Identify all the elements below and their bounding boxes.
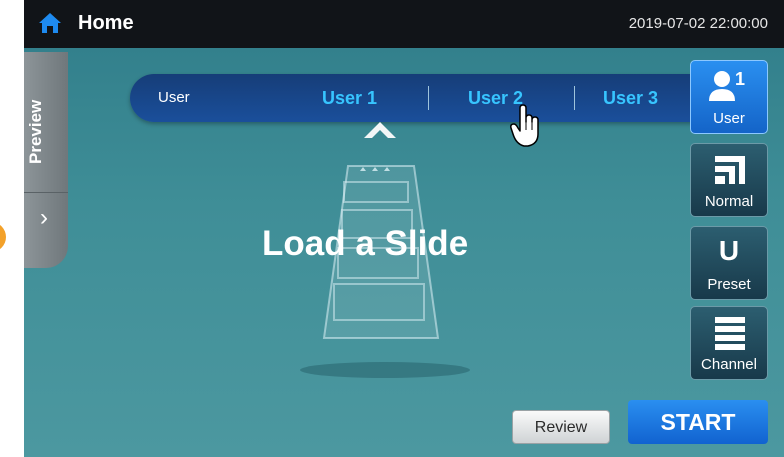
user-button-label: User <box>713 110 745 127</box>
divider <box>428 86 429 110</box>
user-bar-label: User <box>158 89 190 106</box>
channel-button-label: Channel <box>701 356 757 373</box>
preset-u-icon: U <box>718 235 740 266</box>
review-button[interactable]: Review <box>512 410 610 444</box>
channel-mode-button[interactable]: Channel <box>690 306 768 380</box>
user-icon <box>709 71 735 101</box>
preview-label: Preview <box>26 99 45 165</box>
eject-arrow-icon <box>364 122 396 138</box>
user-option-3[interactable]: User 3 <box>603 88 658 109</box>
divider <box>24 192 68 193</box>
user-count-badge: 1 <box>735 69 746 89</box>
chevron-right-icon[interactable]: › <box>40 204 48 232</box>
user-mode-button[interactable]: 1 User <box>690 60 768 134</box>
user-selector-bar: User User 1 User 2 User 3 <box>130 74 700 122</box>
user-option-1[interactable]: User 1 <box>322 88 377 109</box>
normal-button-label: Normal <box>704 193 754 210</box>
status-indicator <box>0 222 6 252</box>
channel-list-icon <box>715 317 745 350</box>
start-button[interactable]: START <box>628 400 768 444</box>
preset-mode-button[interactable]: U Preset <box>690 226 768 300</box>
normal-mode-icon <box>715 156 745 184</box>
screen: Home 2019-07-02 22:00:00 Preview › User … <box>24 0 784 457</box>
datetime: 2019-07-02 22:00:00 <box>628 15 768 32</box>
top-bar: Home 2019-07-02 22:00:00 <box>24 0 784 48</box>
divider <box>574 86 575 110</box>
preset-button-label: Preset <box>707 276 751 293</box>
home-icon[interactable] <box>38 12 62 34</box>
hand-pointer-icon <box>510 104 539 147</box>
page-title: Home <box>78 12 134 34</box>
tray-shadow <box>300 362 470 378</box>
load-slide-message: Load a Slide <box>262 224 469 263</box>
preview-panel-tab[interactable]: Preview › <box>24 52 68 268</box>
normal-mode-button[interactable]: Normal <box>690 143 768 217</box>
